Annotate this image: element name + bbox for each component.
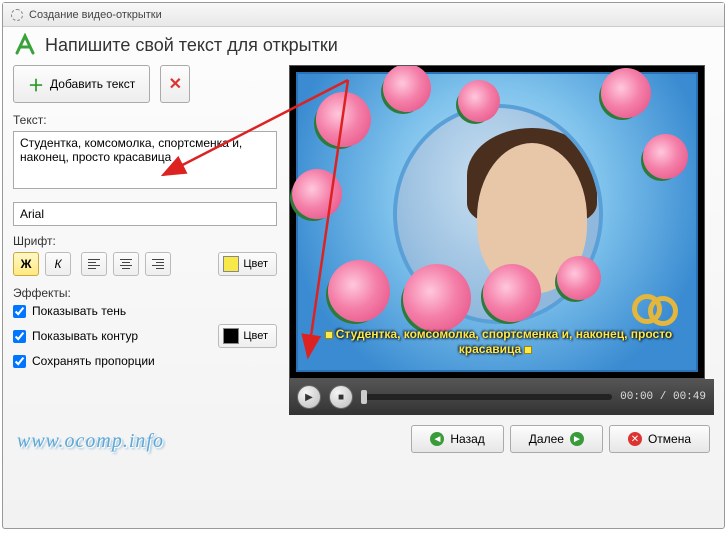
rose-icon — [643, 134, 688, 179]
left-panel: ＋ Добавить текст ✕ Текст: Шрифт: Ж К — [13, 65, 277, 415]
selection-handle[interactable] — [524, 346, 532, 354]
preview-frame: Студентка, комсомолка, спортсменка и, на… — [296, 72, 698, 372]
effects-label: Эффекты: — [13, 286, 277, 300]
seek-thumb[interactable] — [361, 390, 367, 404]
app-window: Создание видео-открытки Напишите свой те… — [2, 2, 725, 529]
video-preview[interactable]: Студентка, комсомолка, спортсменка и, на… — [289, 65, 705, 379]
seek-track[interactable] — [361, 394, 612, 400]
selection-handle[interactable] — [325, 331, 333, 339]
app-icon — [11, 9, 23, 21]
text-color-button[interactable]: Цвет — [218, 252, 277, 276]
rose-icon — [403, 264, 471, 332]
next-button[interactable]: Далее ► — [510, 425, 603, 453]
arrow-left-icon: ◄ — [430, 432, 444, 446]
keep-ratio-check-row[interactable]: Сохранять пропорции — [13, 354, 277, 368]
rose-icon — [316, 92, 371, 147]
play-button[interactable]: ▶ — [297, 385, 321, 409]
format-label: Шрифт: — [13, 234, 277, 248]
titlebar: Создание видео-открытки — [3, 3, 724, 27]
text-color-swatch — [223, 256, 239, 272]
preview-caption[interactable]: Студентка, комсомолка, спортсменка и, на… — [308, 327, 686, 358]
outline-color-button[interactable]: Цвет — [218, 324, 277, 348]
rose-icon — [383, 65, 431, 112]
rose-icon — [458, 80, 500, 122]
add-text-label: Добавить текст — [50, 77, 135, 91]
page-header: Напишите свой текст для открытки — [13, 33, 714, 57]
outline-checkbox[interactable] — [13, 330, 26, 343]
text-label: Текст: — [13, 113, 277, 127]
stop-button[interactable]: ■ — [329, 385, 353, 409]
shadow-label: Показывать тень — [32, 304, 126, 318]
time-display: 00:00 / 00:49 — [620, 391, 706, 403]
right-panel: Студентка, комсомолка, спортсменка и, на… — [289, 65, 714, 415]
align-left-toggle[interactable] — [81, 252, 107, 276]
rose-icon — [292, 169, 342, 219]
outline-label: Показывать контур — [32, 329, 138, 343]
cancel-button[interactable]: ✕ Отмена — [609, 425, 710, 453]
window-title: Создание видео-открытки — [29, 9, 162, 21]
player-bar: ▶ ■ 00:00 / 00:49 — [289, 379, 714, 415]
wedding-rings-icon — [632, 294, 682, 328]
italic-toggle[interactable]: К — [45, 252, 71, 276]
outline-color-label: Цвет — [243, 330, 268, 342]
x-icon: ✕ — [169, 74, 182, 94]
plus-icon: ＋ — [28, 72, 44, 96]
page-title: Напишите свой текст для открытки — [45, 35, 338, 56]
rose-icon — [601, 68, 651, 118]
bold-toggle[interactable]: Ж — [13, 252, 39, 276]
text-input[interactable] — [13, 131, 277, 189]
back-button[interactable]: ◄ Назад — [411, 425, 503, 453]
add-text-button[interactable]: ＋ Добавить текст — [13, 65, 150, 103]
text-color-label: Цвет — [243, 258, 268, 270]
text-a-icon — [13, 33, 37, 57]
rose-icon — [328, 260, 390, 322]
rose-icon — [483, 264, 541, 322]
delete-text-button[interactable]: ✕ — [160, 65, 190, 103]
shadow-checkbox[interactable] — [13, 305, 26, 318]
font-select[interactable] — [13, 202, 277, 226]
rose-icon — [557, 256, 601, 300]
shadow-check-row[interactable]: Показывать тень — [13, 304, 277, 318]
keep-ratio-checkbox[interactable] — [13, 355, 26, 368]
outline-check-row[interactable]: Показывать контур — [13, 329, 212, 343]
watermark-text: www.ocomp.info — [17, 430, 164, 453]
keep-ratio-label: Сохранять пропорции — [32, 354, 155, 368]
arrow-right-icon: ► — [570, 432, 584, 446]
align-center-toggle[interactable] — [113, 252, 139, 276]
outline-color-swatch — [223, 328, 239, 344]
align-right-toggle[interactable] — [145, 252, 171, 276]
cancel-icon: ✕ — [628, 432, 642, 446]
